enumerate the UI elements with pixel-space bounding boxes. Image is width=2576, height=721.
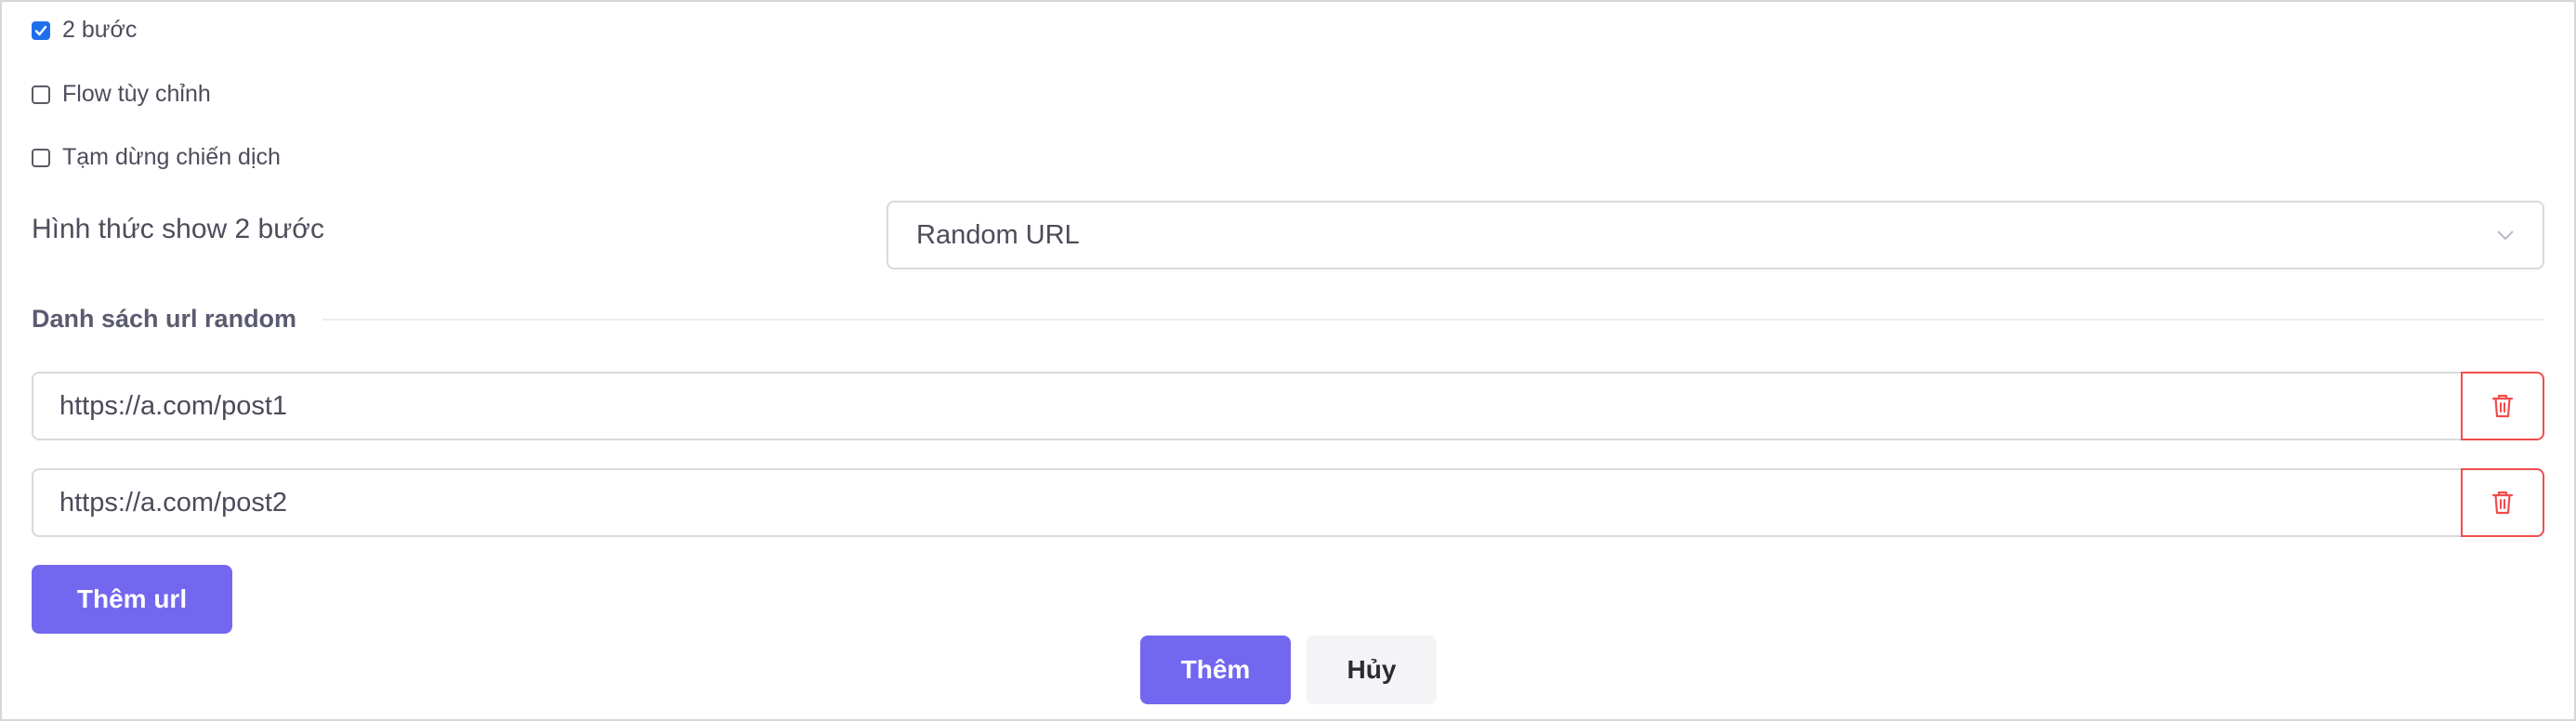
option-two-step[interactable]: 2 bước — [32, 17, 137, 44]
option-custom-flow[interactable]: Flow tùy chỉnh — [32, 81, 211, 108]
cancel-button[interactable]: Hủy — [1307, 636, 1437, 704]
url-value: https://a.com/post2 — [59, 487, 288, 518]
add-url-button[interactable]: Thêm url — [32, 565, 232, 634]
two-step-label: 2 bước — [62, 17, 138, 43]
display-mode-select[interactable]: Random URL — [887, 201, 2544, 269]
display-mode-value: Random URL — [916, 219, 1080, 250]
url-row: https://a.com/post2 — [32, 468, 2544, 537]
pause-campaign-label: Tạm dừng chiến dịch — [62, 144, 281, 170]
two-step-checkbox[interactable] — [32, 20, 50, 40]
delete-url-button[interactable] — [2461, 372, 2544, 440]
url-list-title: Danh sách url random — [32, 305, 297, 333]
url-list-divider: Danh sách url random — [32, 305, 2544, 334]
url-input[interactable]: https://a.com/post1 — [32, 372, 2461, 440]
trash-icon — [2491, 491, 2514, 515]
divider-line — [322, 318, 2544, 321]
url-input[interactable]: https://a.com/post2 — [32, 468, 2461, 537]
custom-flow-checkbox[interactable] — [32, 85, 50, 104]
url-row: https://a.com/post1 — [32, 372, 2544, 440]
url-value: https://a.com/post1 — [59, 390, 288, 421]
pause-campaign-checkbox[interactable] — [32, 148, 50, 167]
display-mode-label: Hình thức show 2 bước — [32, 214, 324, 244]
custom-flow-label: Flow tùy chỉnh — [62, 81, 211, 107]
option-pause-campaign[interactable]: Tạm dừng chiến dịch — [32, 144, 281, 171]
chevron-down-icon — [2497, 230, 2514, 241]
submit-button[interactable]: Thêm — [1140, 636, 1291, 704]
checkmark-icon — [34, 25, 47, 35]
trash-icon — [2491, 394, 2514, 418]
delete-url-button[interactable] — [2461, 468, 2544, 537]
form-panel: 2 bước Flow tùy chỉnh Tạm dừng chiến dịc… — [0, 0, 2576, 721]
